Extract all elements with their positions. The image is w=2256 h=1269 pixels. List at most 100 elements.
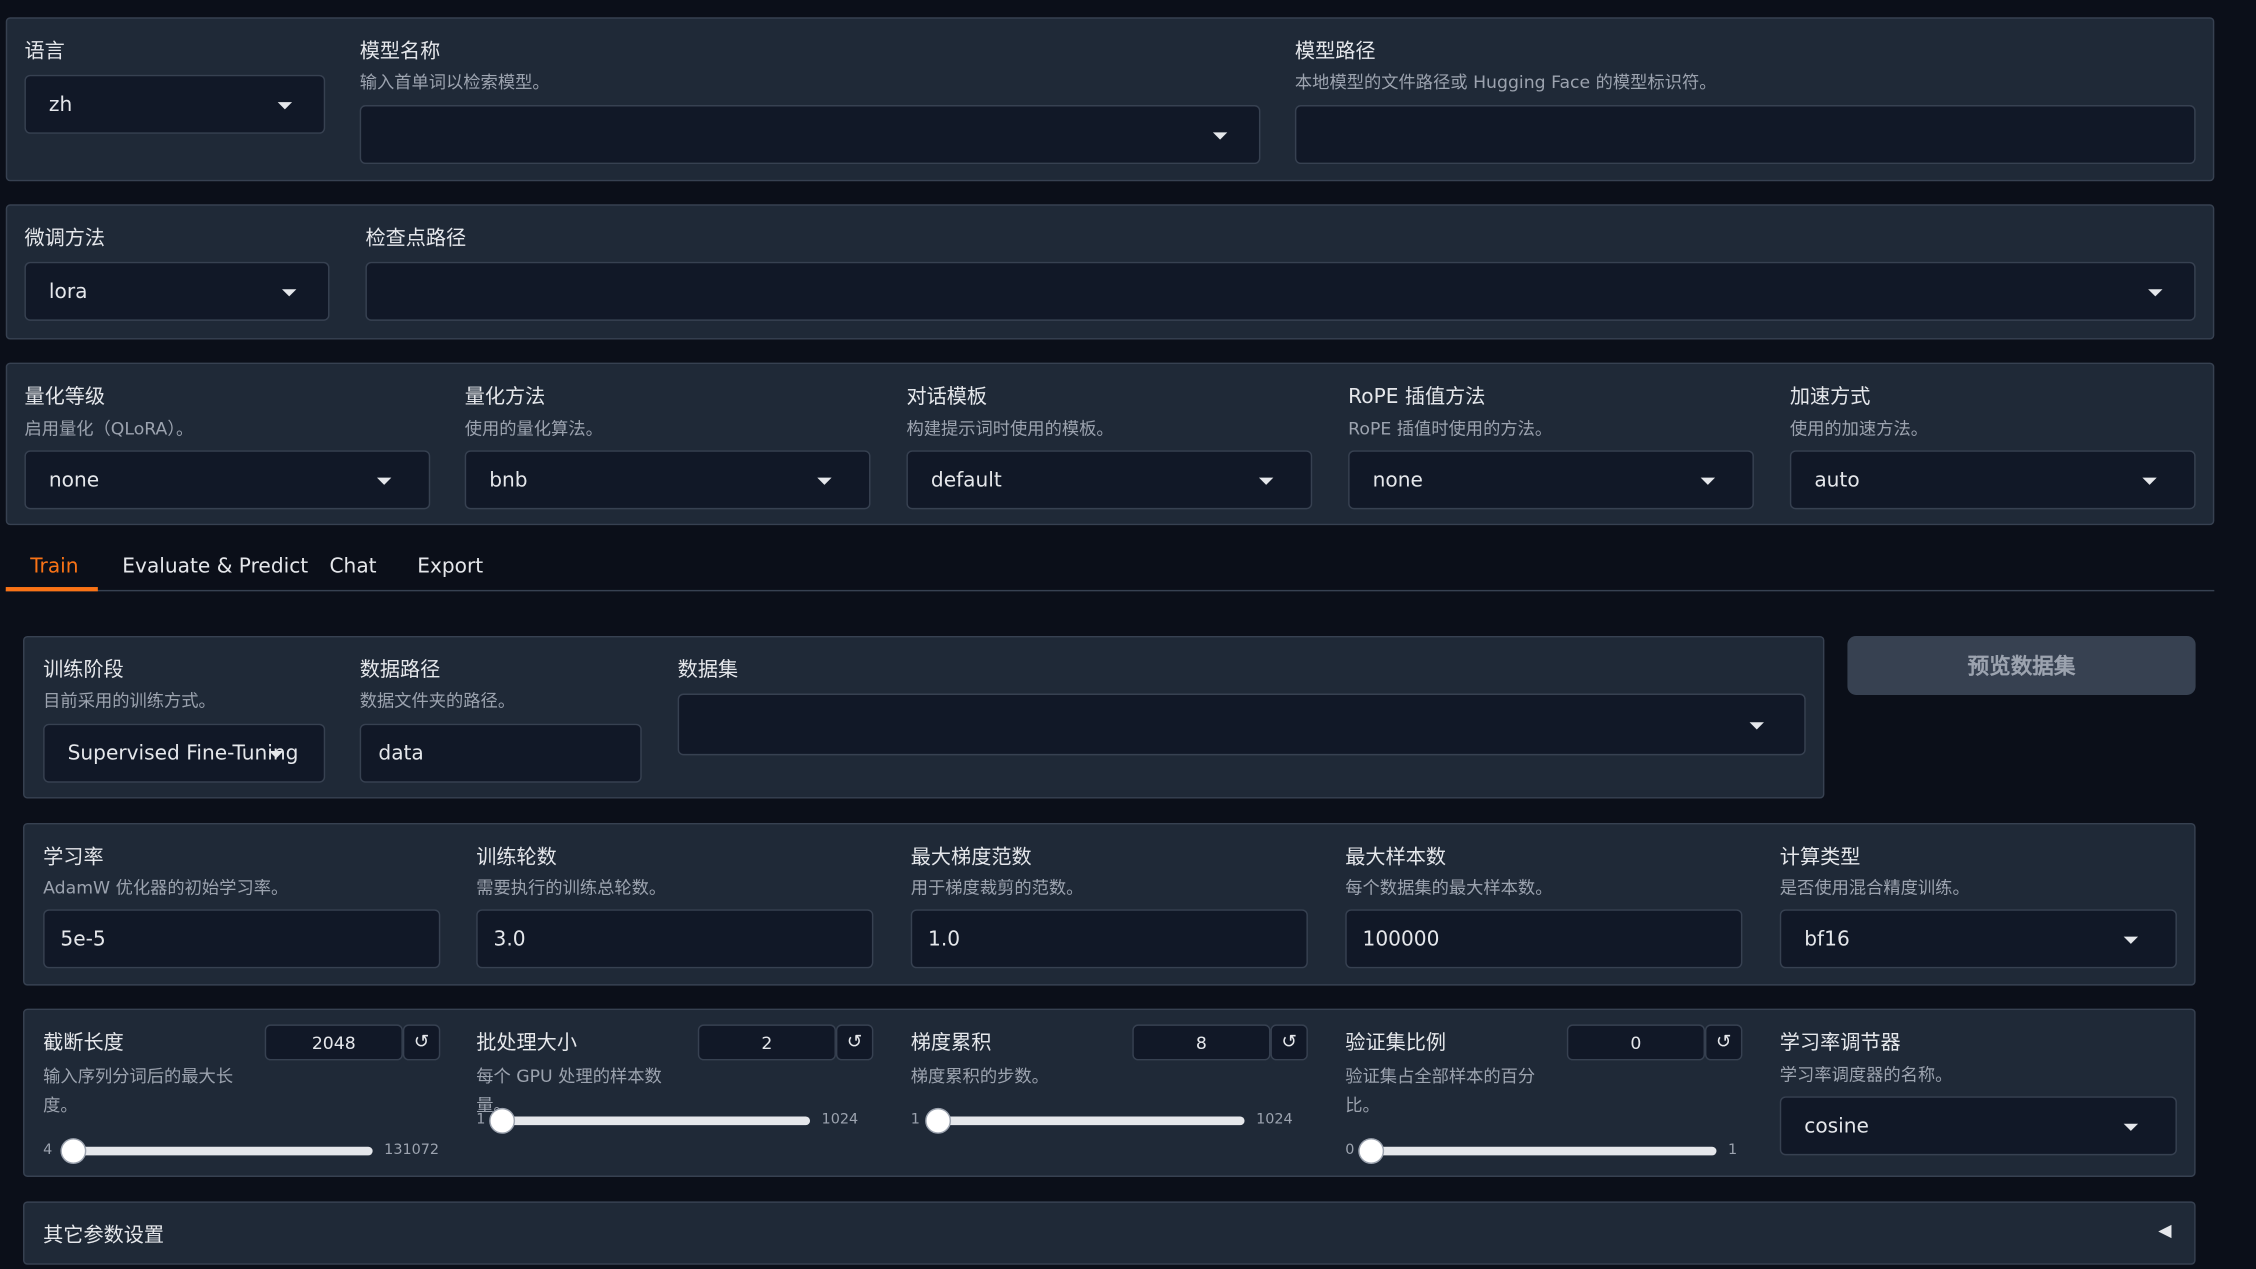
cutoff-len-info: 输入序列分词后的最大长度。 — [43, 1066, 234, 1116]
grad-accum-reset-icon[interactable]: ↺ — [1270, 1024, 1308, 1061]
val-size-slider-track[interactable] — [1358, 1138, 1717, 1164]
tab-export[interactable]: Export — [417, 555, 483, 578]
compute-type-dropdown[interactable]: bf16 — [1779, 909, 2177, 969]
training-stage-label: 训练阶段 — [43, 658, 124, 682]
lr-scheduler-value: cosine — [1804, 1114, 1869, 1138]
learning-rate-value: 5e-5 — [60, 927, 106, 951]
val-size-max: 1 — [1727, 1142, 1738, 1159]
compute-type-value: bf16 — [1804, 927, 1850, 951]
quantization-bit-dropdown[interactable]: none — [24, 450, 431, 510]
tab-evaluate-predict[interactable]: Evaluate & Predict — [122, 555, 308, 578]
val-size-min: 0 — [1345, 1142, 1355, 1159]
lr-scheduler-dropdown[interactable]: cosine — [1779, 1096, 2177, 1156]
grad-accum-number-input[interactable]: 8 — [1132, 1024, 1271, 1061]
training-stage-value: Supervised Fine-Tuning — [67, 741, 299, 765]
lang-dropdown[interactable]: zh — [24, 74, 326, 134]
training-stage-dropdown[interactable]: Supervised Fine-Tuning — [43, 723, 326, 783]
cutoff-len-slider-track[interactable] — [60, 1138, 373, 1164]
model-name-dropdown[interactable] — [359, 105, 1261, 165]
learning-rate-info: AdamW 优化器的初始学习率。 — [43, 877, 289, 898]
quantization-method-dropdown[interactable]: bnb — [464, 450, 871, 510]
chevron-down-icon — [1749, 721, 1764, 729]
dataset-dropdown[interactable] — [677, 693, 1806, 756]
lang-value: zh — [48, 92, 73, 116]
chevron-down-icon — [2148, 288, 2163, 296]
val-size-info: 验证集占全部样本的百分比。 — [1345, 1066, 1536, 1116]
dataset-dir-value: data — [378, 741, 424, 765]
grad-accum-slider-track[interactable] — [925, 1107, 1245, 1134]
finetune-method-value: lora — [48, 279, 88, 303]
tab-bar-divider — [5, 589, 2215, 592]
chevron-down-icon — [282, 288, 297, 296]
learning-rate-input[interactable]: 5e-5 — [43, 909, 441, 969]
lr-scheduler-label: 学习率调节器 — [1779, 1031, 1901, 1055]
batch-size-max: 1024 — [821, 1112, 859, 1129]
max-samples-label: 最大样本数 — [1345, 846, 1446, 870]
num-epochs-info: 需要执行的训练总轮数。 — [476, 877, 667, 898]
training-stage-info: 目前采用的训练方式。 — [43, 690, 216, 711]
rope-scaling-value: none — [1372, 468, 1423, 492]
other-settings-label: 其它参数设置 — [43, 1224, 165, 1248]
chat-template-dropdown[interactable]: default — [906, 450, 1313, 510]
cutoff-len-reset-icon[interactable]: ↺ — [402, 1024, 441, 1061]
dataset-label: 数据集 — [677, 658, 739, 682]
chevron-down-icon — [1700, 476, 1716, 485]
val-size-reset-icon[interactable]: ↺ — [1704, 1024, 1743, 1061]
batch-size-min: 1 — [476, 1112, 486, 1129]
grad-accum-info: 梯度累积的步数。 — [910, 1066, 1049, 1087]
max-grad-norm-input[interactable]: 1.0 — [910, 909, 1308, 969]
max-samples-input[interactable]: 100000 — [1345, 909, 1743, 969]
model-name-label: 模型名称 — [359, 40, 441, 64]
batch-size-number-input[interactable]: 2 — [697, 1024, 836, 1061]
chevron-down-icon — [2123, 1122, 2139, 1131]
rope-scaling-info: RoPE 插值时使用的方法。 — [1348, 418, 1553, 439]
rope-scaling-label: RoPE 插值方法 — [1348, 385, 1486, 409]
quantization-bit-info: 启用量化（QLoRA）。 — [24, 418, 194, 439]
max-grad-norm-info: 用于梯度裁剪的范数。 — [910, 877, 1084, 898]
quantization-bit-value: none — [48, 468, 100, 492]
booster-dropdown[interactable]: auto — [1789, 450, 2196, 510]
dataset-dir-info: 数据文件夹的路径。 — [359, 690, 516, 711]
batch-size-reset-icon[interactable]: ↺ — [835, 1024, 874, 1061]
lang-label: 语言 — [24, 40, 65, 64]
chevron-down-icon — [2123, 935, 2139, 944]
chevron-down-icon — [277, 101, 293, 109]
val-size-slider-handle[interactable] — [1358, 1138, 1385, 1164]
max-grad-norm-label: 最大梯度范数 — [910, 846, 1032, 870]
quantization-bit-label: 量化等级 — [24, 385, 106, 409]
compute-type-label: 计算类型 — [1779, 846, 1861, 870]
chevron-down-icon — [2142, 476, 2157, 485]
model-name-info: 输入首单词以检索模型。 — [359, 71, 550, 93]
cutoff-len-label: 截断长度 — [43, 1031, 124, 1055]
model-path-info: 本地模型的文件路径或 Hugging Face 的模型标识符。 — [1294, 71, 1717, 93]
num-epochs-label: 训练轮数 — [476, 846, 557, 870]
chevron-down-icon — [1258, 476, 1274, 485]
grad-accum-label: 梯度累积 — [910, 1031, 992, 1055]
grad-accum-min: 1 — [910, 1112, 920, 1129]
cutoff-len-number-input[interactable]: 2048 — [264, 1024, 403, 1061]
batch-size-label: 批处理大小 — [476, 1031, 577, 1055]
preview-dataset-button[interactable]: 预览数据集 — [1847, 635, 2196, 695]
finetune-method-dropdown[interactable]: lora — [24, 261, 330, 321]
chevron-down-icon — [817, 476, 832, 485]
grad-accum-max: 1024 — [1256, 1112, 1293, 1129]
other-settings-accordion[interactable] — [23, 1201, 2196, 1265]
rope-scaling-dropdown[interactable]: none — [1348, 450, 1754, 510]
model-path-input[interactable] — [1294, 105, 2196, 165]
collapse-arrow-icon[interactable]: ◀ — [2158, 1220, 2171, 1240]
max-grad-norm-value: 1.0 — [928, 927, 961, 951]
chat-template-label: 对话模板 — [906, 385, 988, 409]
batch-size-slider-track[interactable] — [489, 1107, 811, 1134]
tab-train[interactable]: Train — [30, 555, 78, 578]
checkpoint-dropdown[interactable] — [365, 261, 2196, 321]
chat-template-value: default — [930, 468, 1002, 492]
lr-scheduler-info: 学习率调度器的名称。 — [1779, 1064, 1953, 1085]
tab-chat[interactable]: Chat — [329, 555, 376, 578]
val-size-number-input[interactable]: 0 — [1566, 1024, 1705, 1061]
num-epochs-input[interactable]: 3.0 — [476, 909, 874, 969]
tab-train-underline — [5, 587, 98, 592]
dataset-dir-input[interactable]: data — [359, 723, 642, 783]
dataset-dir-label: 数据路径 — [359, 658, 441, 682]
chat-template-info: 构建提示词时使用的模板。 — [906, 418, 1114, 439]
compute-type-info: 是否使用混合精度训练。 — [1779, 877, 1970, 898]
